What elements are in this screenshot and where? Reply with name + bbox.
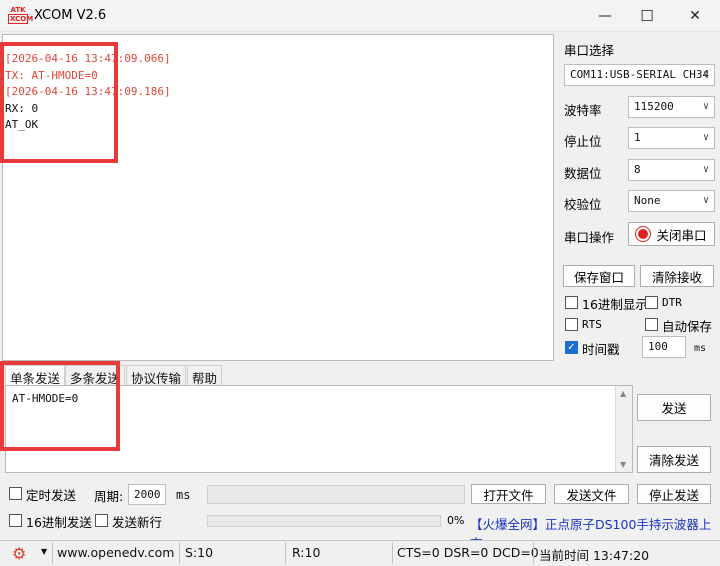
period-label: 周期:: [94, 489, 124, 504]
chevron-down-icon: ∨: [702, 195, 709, 206]
stop-send-button[interactable]: 停止发送: [637, 484, 711, 504]
tab-protocol[interactable]: 协议传输: [126, 365, 187, 386]
maximize-button[interactable]: ☐: [624, 0, 670, 32]
send-button[interactable]: 发送: [637, 394, 711, 421]
chevron-down-icon: ∨: [702, 164, 709, 175]
data-bits-select[interactable]: 8 ∨: [628, 159, 715, 181]
gear-icon[interactable]: ⚙: [12, 544, 26, 563]
close-button[interactable]: ✕: [672, 0, 718, 32]
rts-checkbox[interactable]: [565, 318, 578, 331]
port-operation-label: 串口操作: [564, 230, 615, 245]
minimize-button[interactable]: —: [582, 0, 628, 32]
status-received-count: R:10: [292, 545, 321, 560]
status-separator: [179, 542, 180, 564]
hex-send-checkbox[interactable]: [9, 514, 22, 527]
file-path-field[interactable]: [207, 485, 465, 504]
app-logo: ATK XCOM: [8, 6, 34, 24]
clear-receive-button[interactable]: 清除接收: [640, 265, 714, 287]
timestamp-input[interactable]: 100: [642, 336, 686, 358]
chevron-down-icon: ∨: [702, 132, 709, 143]
scroll-down-icon[interactable]: ▼: [620, 460, 626, 469]
save-window-button[interactable]: 保存窗口: [563, 265, 635, 287]
chevron-down-icon: ∨: [702, 101, 709, 112]
port-label: 串口选择: [564, 43, 615, 58]
status-line-signals: CTS=0 DSR=0 DCD=0: [397, 545, 539, 560]
auto-save-label: 自动保存: [662, 319, 713, 334]
parity-select[interactable]: None ∨: [628, 190, 715, 212]
stop-bits-select[interactable]: 1 ∨: [628, 127, 715, 149]
baud-label: 波特率: [564, 103, 602, 118]
status-site[interactable]: www.openedv.com: [57, 545, 174, 560]
open-file-button[interactable]: 打开文件: [471, 484, 546, 504]
status-current-time: 当前时间 13:47:20: [539, 548, 650, 563]
status-sent-count: S:10: [185, 545, 214, 560]
status-separator: [392, 542, 393, 564]
close-port-button[interactable]: 关闭串口: [628, 222, 715, 246]
baud-select[interactable]: 115200 ∨: [628, 96, 715, 118]
status-separator: [285, 542, 286, 564]
hex-display-checkbox[interactable]: [565, 296, 578, 309]
rts-label: RTS: [582, 318, 602, 331]
auto-save-checkbox[interactable]: [645, 318, 658, 331]
dtr-checkbox[interactable]: [645, 296, 658, 309]
chevron-down-icon: ∨: [702, 69, 709, 80]
port-select[interactable]: COM11:USB-SERIAL CH34 ∨: [564, 64, 715, 86]
send-progress-bar: [207, 515, 441, 527]
send-newline-label: 发送新行: [112, 515, 163, 530]
caret-down-icon[interactable]: ▼: [41, 547, 47, 556]
timed-send-label: 定时发送: [26, 488, 77, 503]
scroll-up-icon[interactable]: ▲: [620, 389, 626, 398]
timed-send-checkbox[interactable]: [9, 487, 22, 500]
window-title: XCOM V2.6: [34, 8, 107, 23]
tab-single-send[interactable]: 单条发送: [5, 365, 66, 386]
highlight-box-receive: [0, 42, 118, 163]
send-newline-checkbox[interactable]: [95, 514, 108, 527]
timestamp-label: 时间戳: [582, 342, 620, 357]
status-separator: [52, 542, 53, 564]
hex-display-label: 16进制显示: [582, 297, 648, 312]
send-progress-text: 0%: [447, 514, 465, 527]
clear-send-button[interactable]: 清除发送: [637, 446, 711, 473]
send-scrollbar[interactable]: ▲ ▼: [615, 386, 632, 472]
stop-bits-label: 停止位: [564, 134, 602, 149]
hex-send-label: 16进制发送: [26, 515, 92, 530]
timestamp-unit: ms: [694, 343, 707, 354]
period-unit: ms: [176, 488, 191, 502]
data-bits-label: 数据位: [564, 166, 602, 181]
parity-label: 校验位: [564, 197, 602, 212]
period-input[interactable]: 2000: [128, 484, 166, 505]
dtr-label: DTR: [662, 296, 682, 309]
send-file-button[interactable]: 发送文件: [554, 484, 629, 504]
status-separator: [533, 542, 534, 564]
timestamp-checkbox[interactable]: ✓: [565, 341, 578, 354]
tab-help[interactable]: 帮助: [187, 365, 223, 386]
port-status-icon: [636, 227, 651, 241]
